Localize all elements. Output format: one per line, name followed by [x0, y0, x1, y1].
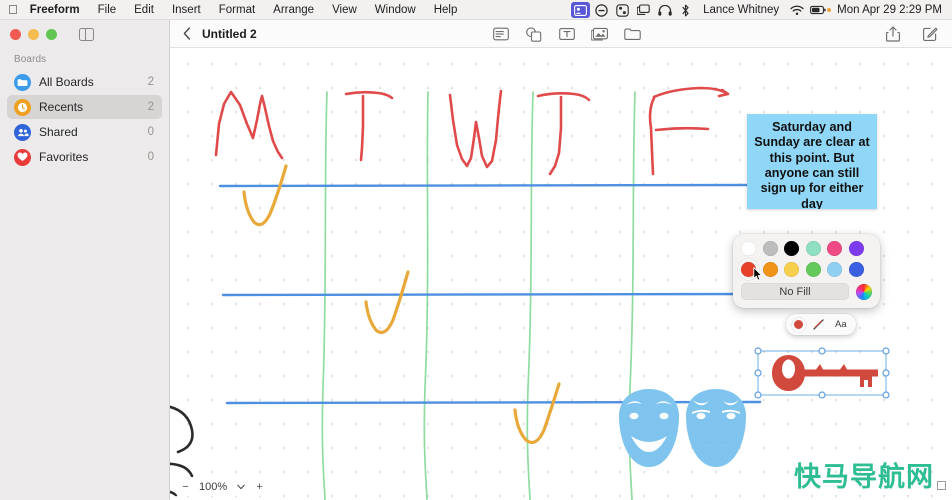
sidebar-item-count: 0: [147, 151, 154, 163]
sidebar: Boards All Boards 2 Recents 2 Shared 0 F…: [0, 20, 170, 500]
screen-sharing-icon[interactable]: [571, 2, 591, 18]
key-shape-group[interactable]: [754, 347, 890, 399]
charging-indicator-dot: [827, 8, 832, 12]
control-center-icon[interactable]: [613, 2, 632, 18]
macos-menu-bar:  Freeform File Edit Insert Format Arran…: [0, 0, 952, 20]
share-icon[interactable]: [884, 26, 901, 43]
watermark-text: 快马导航网: [794, 462, 934, 493]
watermark: 快马导航网: [794, 455, 946, 494]
row-divider-lines: [218, 183, 762, 405]
color-swatch-pink[interactable]: [827, 241, 842, 256]
menu-bar-status-area: Lance Whitney Mon Apr 29 2:29 PM: [571, 0, 948, 20]
folder-icon: [14, 73, 31, 91]
color-swatch-mint[interactable]: [805, 241, 821, 256]
sticky-note-text: Saturday and Sunday are clear at this po…: [754, 120, 870, 209]
color-swatch-orange[interactable]: [762, 262, 778, 277]
sticky-note-icon[interactable]: [492, 26, 509, 43]
color-swatch-gray[interactable]: [762, 241, 778, 256]
clock-icon: [14, 98, 31, 116]
heart-icon: [14, 148, 31, 166]
traffic-lights: [10, 28, 57, 40]
handwritten-weekday-letters: [214, 86, 730, 176]
menu-item-format[interactable]: Format: [210, 4, 264, 16]
zoom-button[interactable]: [46, 28, 57, 40]
freeform-canvas[interactable]: Saturday and Sunday are clear at this po…: [170, 48, 952, 500]
minimize-button[interactable]: [28, 28, 39, 40]
color-swatch-row-1: [741, 241, 872, 256]
shapes-icon[interactable]: [525, 26, 542, 43]
color-swatch-white[interactable]: [741, 241, 756, 256]
page-title[interactable]: Untitled 2: [202, 27, 257, 41]
column-divider-lines: [321, 91, 636, 500]
menu-item-view[interactable]: View: [323, 4, 366, 16]
headphones-icon[interactable]: [655, 2, 674, 18]
sidebar-item-count: 2: [147, 101, 154, 113]
do-not-disturb-icon[interactable]: [592, 2, 611, 18]
text-format-icon[interactable]: Aa: [834, 318, 848, 332]
compose-icon[interactable]: [921, 26, 938, 43]
display-mirror-icon[interactable]: [634, 2, 653, 18]
no-stroke-icon[interactable]: [811, 318, 825, 332]
menu-item-arrange[interactable]: Arrange: [264, 4, 323, 16]
apple-logo-icon[interactable]: : [8, 3, 18, 16]
no-fill-button[interactable]: No Fill: [741, 283, 849, 300]
pointer-cursor-icon: [753, 267, 763, 281]
sidebar-item-count: 2: [147, 76, 154, 88]
menu-item-file[interactable]: File: [89, 4, 126, 16]
mini-format-toolbar[interactable]: Aa: [786, 314, 856, 335]
sidebar-item-label: Shared: [39, 125, 78, 139]
color-swatch-green[interactable]: [805, 262, 821, 277]
color-swatch-light-blue[interactable]: [827, 262, 842, 277]
sidebar-item-count: 0: [147, 126, 154, 138]
close-button[interactable]: [10, 28, 21, 40]
sidebar-item-label: Favorites: [39, 150, 89, 164]
menu-bar-clock[interactable]: Mon Apr 29 2:29 PM: [833, 4, 948, 16]
wifi-icon[interactable]: [787, 2, 806, 18]
color-wheel-icon[interactable]: [856, 283, 872, 300]
sidebar-section-header: Boards: [14, 54, 47, 65]
bluetooth-icon[interactable]: [676, 2, 695, 18]
sidebar-item-favorites[interactable]: Favorites 0: [7, 145, 162, 169]
media-icon[interactable]: [591, 26, 608, 43]
key-bow-hole: [782, 359, 795, 379]
color-swatch-purple[interactable]: [848, 241, 864, 256]
watermark-box-icon: [937, 481, 946, 490]
sidebar-item-shared[interactable]: Shared 0: [7, 120, 162, 144]
orange-check-marks: [242, 164, 561, 444]
toolbar-center-tools: [492, 20, 641, 48]
back-chevron-icon[interactable]: [182, 27, 192, 41]
app-window:  Freeform File Edit Insert Format Arran…: [0, 0, 952, 500]
zoom-out-button[interactable]: −: [180, 480, 191, 494]
sidebar-titlebar: [0, 20, 169, 48]
menu-item-insert[interactable]: Insert: [163, 4, 210, 16]
zoom-in-button[interactable]: +: [254, 480, 265, 494]
color-swatch-black[interactable]: [784, 241, 799, 256]
sidebar-item-all-boards[interactable]: All Boards 2: [7, 70, 162, 94]
sidebar-item-recents[interactable]: Recents 2: [7, 95, 162, 119]
fill-color-swatch[interactable]: [791, 317, 806, 332]
menu-item-edit[interactable]: Edit: [125, 4, 163, 16]
toolbar-right-tools: [884, 20, 938, 48]
menu-bar-user-name[interactable]: Lance Whitney: [697, 4, 785, 16]
theater-masks-shape: [619, 389, 746, 467]
color-picker-popover[interactable]: No Fill: [733, 234, 880, 308]
people-icon: [14, 123, 31, 141]
color-swatch-blue[interactable]: [848, 262, 864, 277]
menu-item-app-name[interactable]: Freeform: [30, 4, 89, 16]
battery-icon[interactable]: [808, 2, 827, 18]
text-box-icon[interactable]: [558, 26, 575, 43]
color-swatch-yellow[interactable]: [784, 262, 799, 277]
sticky-note[interactable]: Saturday and Sunday are clear at this po…: [747, 114, 877, 209]
zoom-level-value[interactable]: 100%: [199, 481, 227, 493]
menu-item-help[interactable]: Help: [425, 4, 467, 16]
color-popover-footer: No Fill: [741, 283, 872, 300]
sidebar-toggle-icon[interactable]: [79, 27, 94, 41]
sidebar-item-label: All Boards: [39, 75, 94, 89]
zoom-control[interactable]: − 100% +: [175, 477, 271, 496]
chevron-down-icon[interactable]: [235, 480, 246, 494]
insert-file-icon[interactable]: [624, 26, 641, 43]
sidebar-item-label: Recents: [39, 100, 84, 114]
document-toolbar: Untitled 2: [170, 20, 952, 48]
menu-item-window[interactable]: Window: [366, 4, 425, 16]
